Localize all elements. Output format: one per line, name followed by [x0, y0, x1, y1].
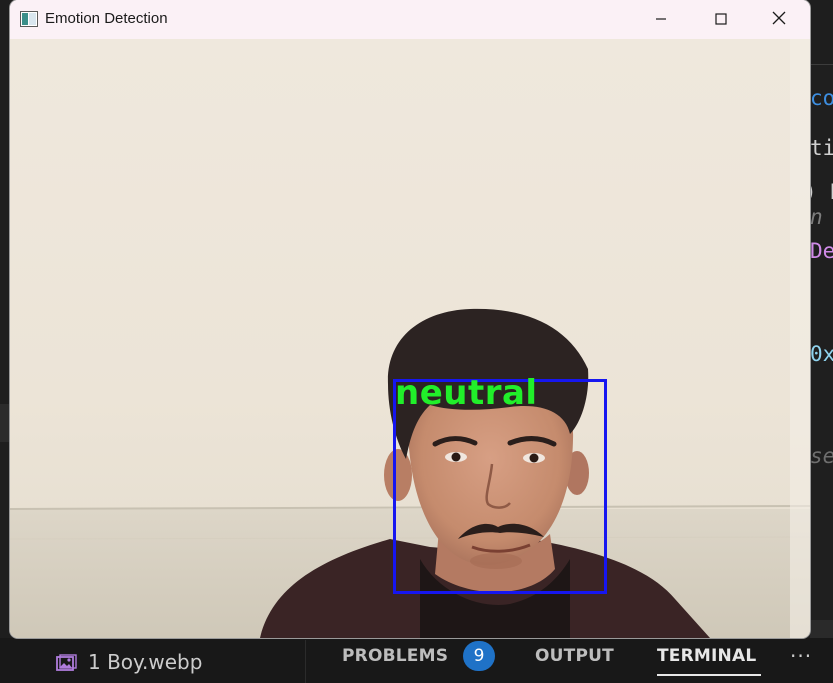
title-bar[interactable]: Emotion Detection — [10, 0, 810, 39]
tab-output[interactable]: OUTPUT — [535, 646, 614, 666]
image-file-icon — [56, 653, 78, 671]
more-actions-icon[interactable]: ··· — [790, 644, 812, 668]
close-button[interactable] — [750, 0, 808, 39]
editor-left-gutter — [0, 64, 10, 638]
minimize-button[interactable] — [632, 0, 690, 39]
tab-problems[interactable]: PROBLEMS — [342, 646, 448, 666]
webcam-frame: neutral — [10, 39, 810, 638]
code-fragment: 0x — [810, 342, 833, 366]
app-window-icon — [20, 11, 38, 27]
emotion-detection-window: Emotion Detection neutral — [10, 0, 810, 638]
emotion-label: neutral — [395, 373, 538, 413]
file-tab-boy-webp[interactable]: 1 Boy.webp — [56, 648, 202, 676]
file-tab-label: 1 Boy.webp — [88, 650, 203, 674]
maximize-icon — [715, 10, 727, 29]
tab-terminal[interactable]: TERMINAL — [657, 646, 756, 666]
panel-divider — [305, 640, 306, 683]
active-tab-indicator — [657, 674, 761, 676]
window-title: Emotion Detection — [45, 10, 168, 27]
code-fragment: n — [810, 205, 823, 229]
problems-count-badge: 9 — [463, 641, 495, 671]
close-icon — [772, 10, 786, 29]
code-fragment: ) F — [810, 180, 833, 204]
editor-right-band — [810, 620, 833, 638]
code-fragment: se — [810, 444, 833, 468]
editor-left-highlight — [0, 404, 10, 442]
maximize-button[interactable] — [692, 0, 750, 39]
code-fragment: De — [810, 239, 833, 263]
code-fragment: cog — [810, 86, 833, 110]
editor-code-peek: cog tio ) F n De 0x se — [810, 64, 833, 638]
minimize-icon — [655, 10, 667, 29]
code-fragment: tio — [810, 136, 833, 160]
